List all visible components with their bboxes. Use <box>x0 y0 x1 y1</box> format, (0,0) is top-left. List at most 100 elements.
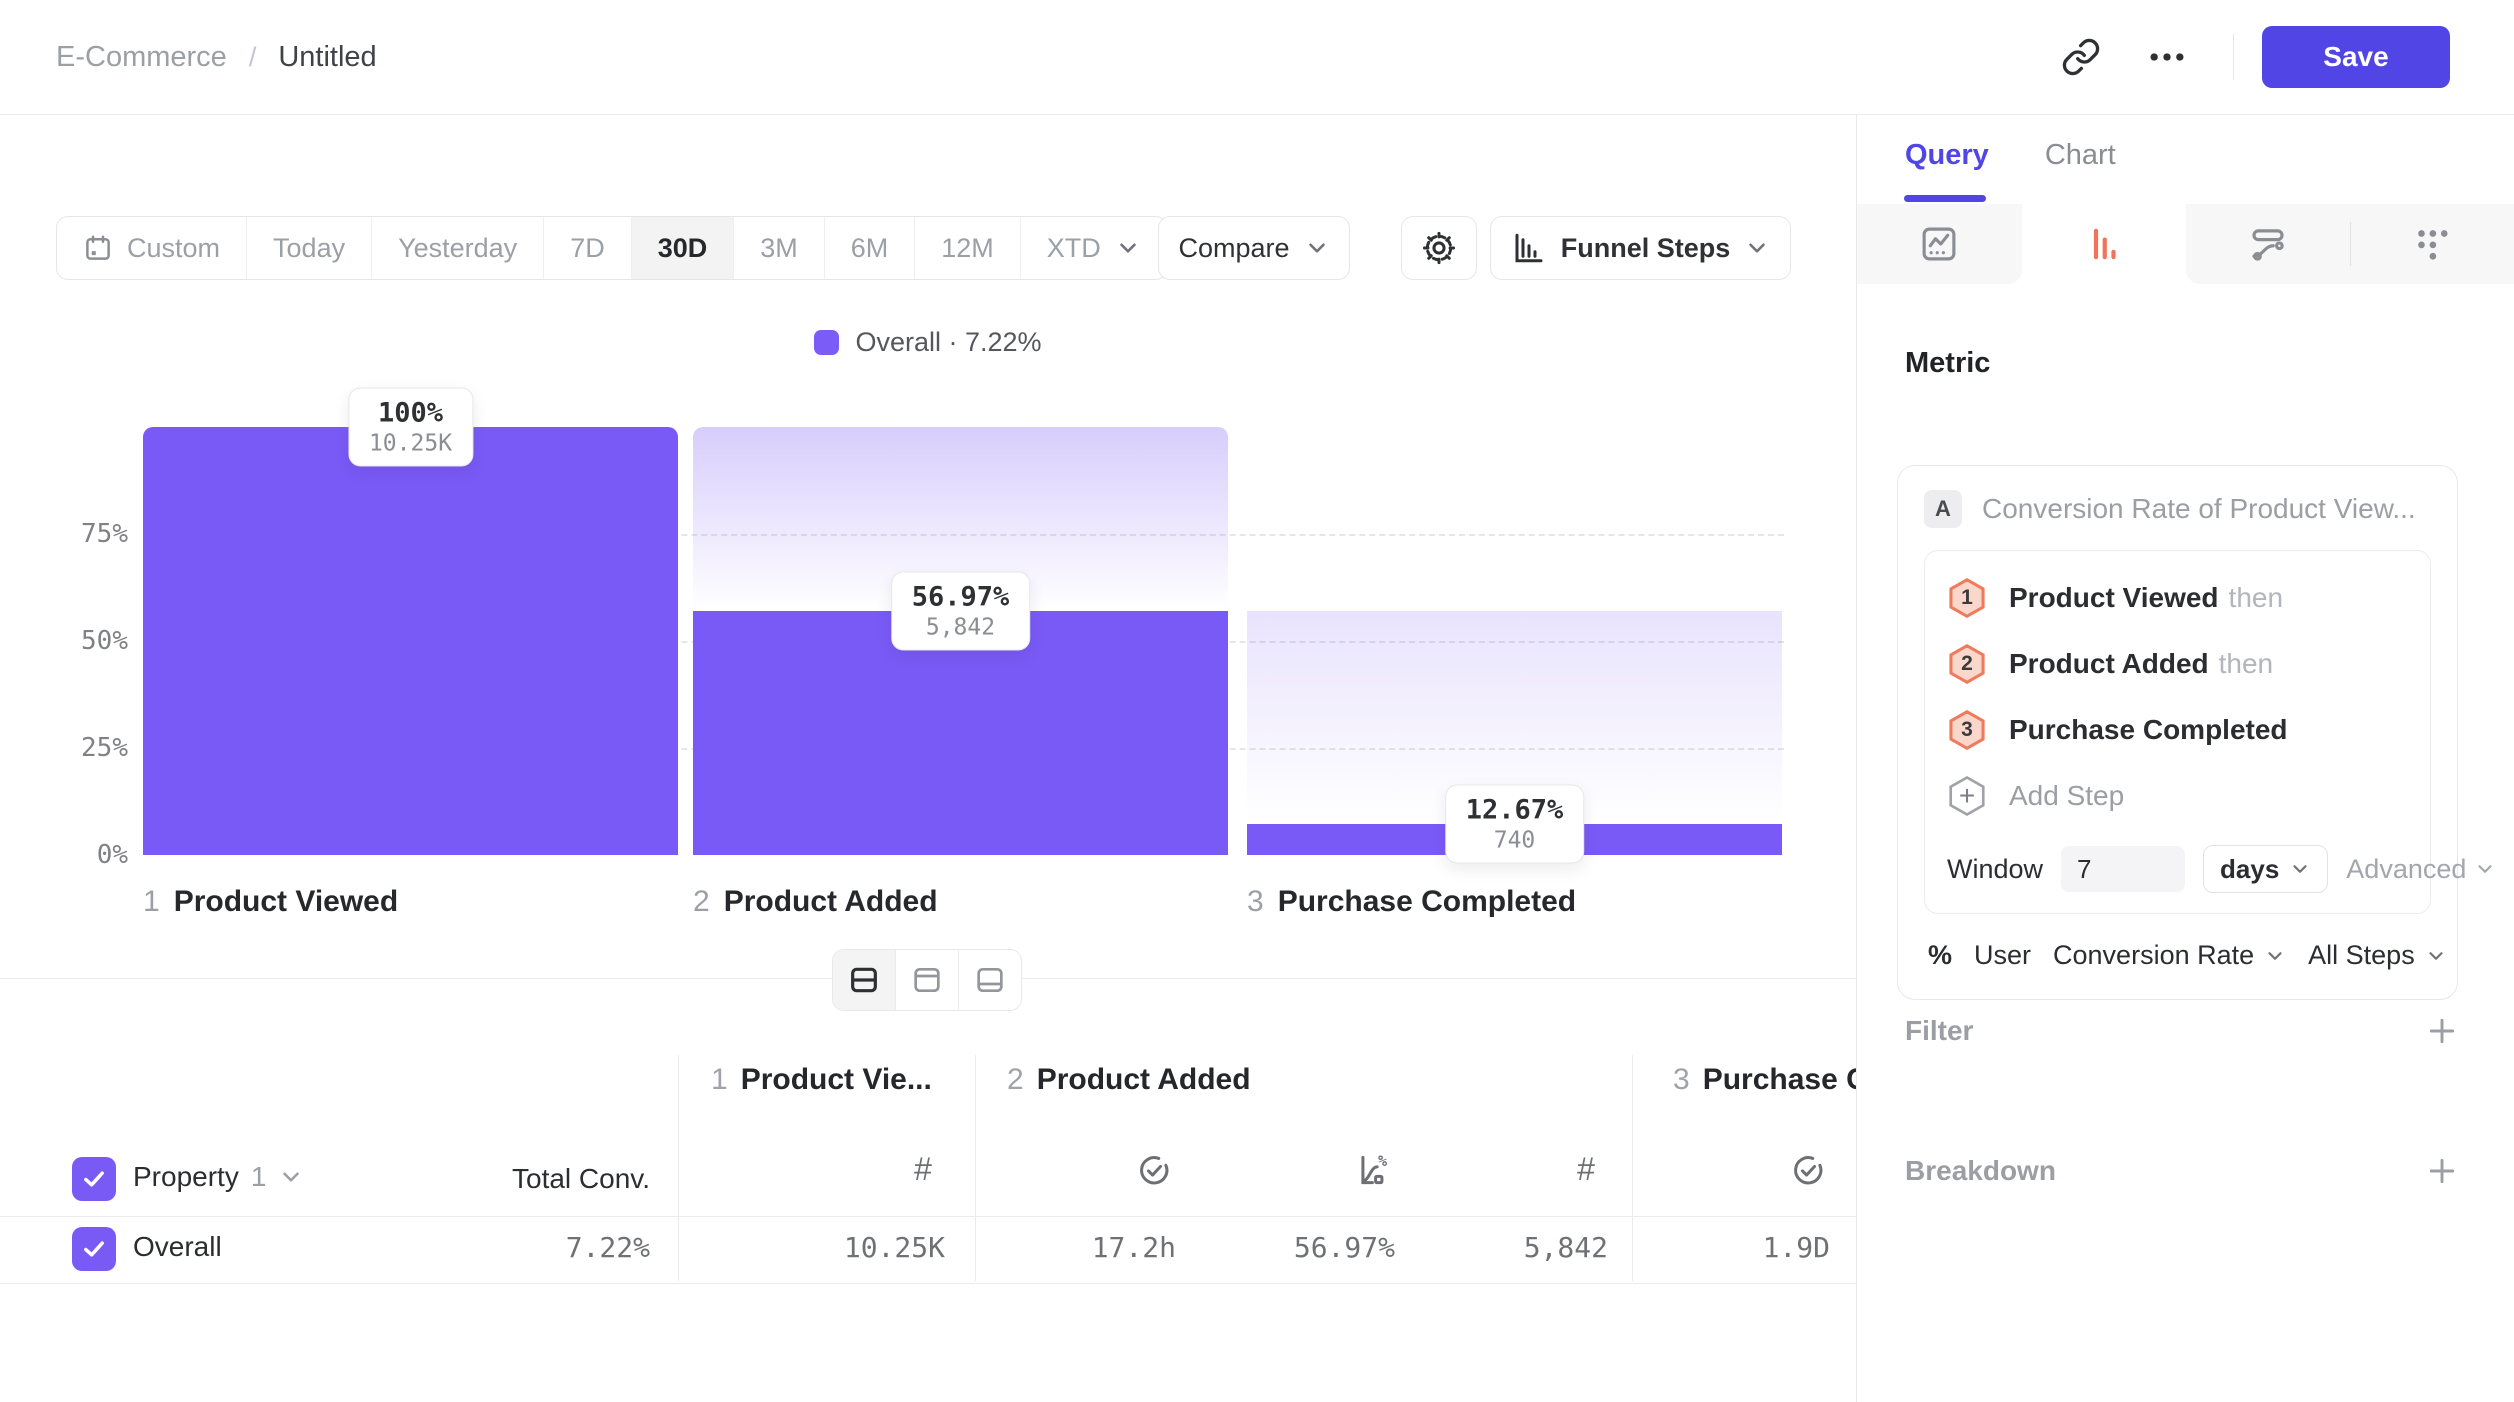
split-view-icon <box>848 964 880 996</box>
layout-chart-only-button[interactable] <box>896 950 959 1010</box>
funnel-step-3-bar-group: 12.67% 740 <box>1247 427 1782 855</box>
flow-tab-icon <box>2247 223 2289 265</box>
funnel-step-2-bar-group: 56.97% 5,842 <box>693 427 1228 855</box>
table-group-header-1: 1 Product Vie... <box>711 1063 932 1097</box>
cell-step3-avg-time: 1.9D <box>1650 1231 1830 1264</box>
metric-title: Conversion Rate of Product View... <box>1982 493 2416 525</box>
y-tick-25: 25% <box>0 733 128 763</box>
metric-badge: A <box>1924 490 1962 528</box>
date-range-3m[interactable]: 3M <box>734 217 825 279</box>
chart-type-selector[interactable]: Funnel Steps <box>1490 216 1791 280</box>
date-range-custom[interactable]: Custom <box>57 217 247 279</box>
checkbox-check-icon <box>80 1235 108 1263</box>
window-value-input[interactable] <box>2061 846 2185 892</box>
count-icon: # <box>1577 1151 1595 1188</box>
funnel-tooltip-step-2: 56.97% 5,842 <box>891 572 1031 651</box>
avg-time-icon <box>1135 1151 1173 1189</box>
y-tick-50: 50% <box>0 626 128 656</box>
chevron-down-icon <box>1115 235 1141 261</box>
funnel-step-1[interactable]: 1 Product Viewedthen <box>1947 565 2408 631</box>
add-step-button[interactable]: + Add Step <box>1947 763 2408 829</box>
avg-time-column-header <box>1786 1151 1830 1189</box>
tab-chart[interactable]: Chart <box>2045 139 2116 172</box>
table-only-icon <box>974 964 1006 996</box>
select-all-checkbox[interactable] <box>72 1157 116 1201</box>
chevron-down-icon <box>1304 235 1330 261</box>
count-column-header: # <box>1564 1151 1608 1188</box>
active-tab-underline <box>1904 195 1986 202</box>
step-1-badge: 1 <box>1947 578 1987 618</box>
funnel-step-3[interactable]: 3 Purchase Completed <box>1947 697 2408 763</box>
date-range-7d[interactable]: 7D <box>544 217 632 279</box>
date-range-xtd[interactable]: XTD <box>1021 217 1167 279</box>
date-range-30d[interactable]: 30D <box>632 217 735 279</box>
conversion-window-row: Window days Advanced <box>1947 845 2408 893</box>
top-bar: E-Commerce / Untitled Save <box>0 0 2514 115</box>
date-range-yesterday[interactable]: Yesterday <box>372 217 544 279</box>
measure-entity[interactable]: User <box>1974 940 2031 971</box>
funnel-step-1-bar-group: 100% 10.25K <box>143 427 678 855</box>
cell-step2-avg-time: 17.2h <box>990 1231 1176 1264</box>
breadcrumb-parent[interactable]: E-Commerce <box>56 41 227 74</box>
gear-icon <box>1420 229 1458 267</box>
share-link-button[interactable] <box>2043 26 2119 88</box>
metric-type-line-chart-tab[interactable] <box>1857 204 2021 284</box>
funnel-step-2[interactable]: 2 Product Addedthen <box>1947 631 2408 697</box>
date-range-today[interactable]: Today <box>247 217 372 279</box>
chevron-down-icon <box>2425 945 2447 967</box>
compare-button[interactable]: Compare <box>1158 216 1350 280</box>
avg-time-column-header <box>1132 1151 1176 1189</box>
count-column-header: # <box>901 1151 945 1188</box>
metric-title-row[interactable]: A Conversion Rate of Product View... <box>1924 490 2431 528</box>
advanced-toggle[interactable]: Advanced <box>2346 854 2496 885</box>
funnel-tooltip-step-3: 12.67% 740 <box>1445 785 1585 864</box>
app-root: E-Commerce / Untitled Save <box>0 0 2514 1402</box>
total-conv-column-header: Total Conv. <box>430 1163 650 1195</box>
x-label-step-2: 2 Product Added <box>693 885 938 919</box>
add-breakdown-button[interactable] <box>2426 1155 2458 1187</box>
avg-time-icon <box>1789 1151 1827 1189</box>
tab-query[interactable]: Query <box>1905 139 1989 172</box>
layout-table-only-button[interactable] <box>959 950 1021 1010</box>
breadcrumb: E-Commerce / Untitled <box>56 41 377 74</box>
header-actions: Save <box>2043 26 2450 88</box>
layout-split-view-button[interactable] <box>833 950 896 1010</box>
conversion-icon: % <box>1355 1151 1393 1189</box>
property-selector[interactable]: Property 1 <box>133 1161 304 1193</box>
measured-as-row: % User Conversion Rate All Steps <box>1924 914 2431 975</box>
date-range-6m[interactable]: 6M <box>825 217 916 279</box>
more-menu-button[interactable] <box>2129 26 2205 88</box>
metric-card: A Conversion Rate of Product View... 1 P… <box>1897 465 2458 1000</box>
cell-step1-count: 10.25K <box>700 1231 945 1264</box>
chevron-down-icon <box>2264 945 2286 967</box>
breadcrumb-current[interactable]: Untitled <box>278 41 376 74</box>
measure-metric-select[interactable]: Conversion Rate <box>2053 940 2286 971</box>
chart-settings-button[interactable] <box>1401 216 1477 280</box>
chart-legend: Overall · 7.22% <box>0 327 1856 358</box>
chart-area: Custom Today Yesterday 7D 30D 3M 6M 12M … <box>0 115 1856 1402</box>
conversion-column-header: % <box>1352 1151 1396 1189</box>
legend-swatch <box>814 330 839 355</box>
chevron-down-icon <box>2474 858 2496 880</box>
date-range-12m[interactable]: 12M <box>915 217 1021 279</box>
row-checkbox-overall[interactable] <box>72 1227 116 1271</box>
funnel-plot: 100% 10.25K 56.97% 5,842 12.67% 740 <box>143 427 1784 855</box>
add-filter-button[interactable] <box>2426 1015 2458 1047</box>
metric-section-heading: Metric <box>1905 347 1990 380</box>
window-unit-select[interactable]: days <box>2203 845 2328 893</box>
metric-type-funnel-tab[interactable] <box>2021 204 2185 284</box>
breakdown-label: Breakdown <box>1905 1155 2056 1187</box>
funnel-steps-card: 1 Product Viewedthen 2 Product Addedthen… <box>1924 550 2431 914</box>
funnel-tooltip-step-1: 100% 10.25K <box>348 388 473 467</box>
metric-type-cohort-tab[interactable] <box>2350 204 2514 284</box>
metric-type-tabs <box>1857 204 2514 284</box>
measure-scope-select[interactable]: All Steps <box>2308 940 2447 971</box>
chevron-down-icon <box>278 1164 304 1190</box>
query-panel: Query Chart <box>1856 115 2514 1402</box>
funnel-bar-product-viewed[interactable] <box>143 427 678 855</box>
funnel-tab-icon <box>2082 223 2124 265</box>
metric-type-flow-tab[interactable] <box>2186 204 2350 284</box>
checkbox-check-icon <box>80 1165 108 1193</box>
y-tick-0: 0% <box>0 840 128 870</box>
save-button[interactable]: Save <box>2262 26 2450 88</box>
